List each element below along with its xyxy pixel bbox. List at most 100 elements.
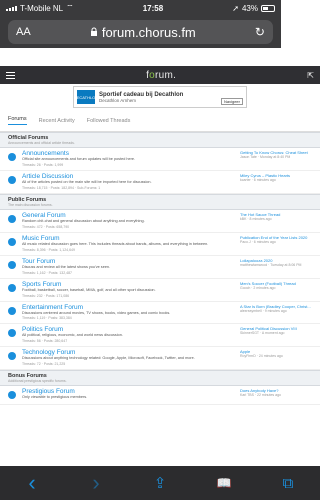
forum-unread-icon: [8, 329, 16, 338]
lock-icon: [90, 25, 98, 40]
latest-thread-meta: RoyFirmD · 24 minutes ago: [240, 354, 283, 359]
forum-row: Tour Forum Discuss and review all the lat…: [0, 256, 320, 279]
tabs-icon[interactable]: ⧉: [273, 475, 303, 492]
forum-unread-icon: [8, 214, 16, 223]
signal-icon: [6, 5, 17, 11]
forum-list: Official Forums Announcements and officia…: [0, 132, 320, 406]
forum-stats: Threads: 72 · Posts: 21,225: [22, 362, 66, 367]
forum-title-link[interactable]: Sports Forum: [22, 281, 234, 288]
forum-description: Only viewable to prestigious members.: [22, 395, 88, 400]
forum-description: Official site announcements and forum up…: [22, 157, 136, 161]
forum-description: All music related discussion goes here. …: [22, 241, 209, 246]
section-header: Bonus Forums Additional prestigious speci…: [0, 370, 320, 387]
forum-stats: Threads: 56 · Posts: 280,647: [22, 339, 68, 344]
forum-title-link[interactable]: Entertainment Forum: [22, 304, 234, 311]
forum-unread-icon: [8, 306, 16, 315]
forum-unread-icon: [8, 175, 16, 184]
forum-description: All political, religious, economic, and …: [22, 333, 123, 338]
forum-stats: Threads: 26 · Posts: 1,999: [22, 162, 64, 167]
forum-stats: Threads: 232 · Posts: 171,086: [22, 293, 70, 298]
ad-logo: DECATHLON: [74, 90, 98, 104]
forum-stats: Threads: 8,396 · Posts: 1,124,649: [22, 247, 75, 252]
latest-thread-meta: Paco.J · 6 minutes ago: [240, 239, 276, 244]
forum-row: Politics Forum All political, religious, …: [0, 324, 320, 348]
forum-stats: Threads: 1,119 · Posts: 383,384: [22, 316, 72, 321]
forum-row: Music Forum All music related discussion …: [0, 233, 320, 256]
forum-unread-icon: [8, 283, 16, 292]
forum-description: All of the articles posted on the main s…: [22, 179, 152, 184]
reader-options-button[interactable]: AA: [16, 26, 31, 38]
forum-title-link[interactable]: Music Forum: [22, 235, 234, 242]
forum-description: Discussions centered around movies, TV s…: [22, 310, 171, 315]
site-logo[interactable]: forum.: [146, 70, 176, 81]
ad-title: Sportief cadeau bij Decathlon: [99, 91, 184, 98]
latest-thread-meta: Gooch · 2 minutes ago: [240, 285, 276, 290]
forum-row: Article Discussion All of the articles po…: [0, 171, 320, 194]
forum-description: Discuss and review all the latest shows …: [22, 264, 111, 269]
latest-thread-link[interactable]: A Star Is Born (Bradley Cooper, Christ..…: [240, 304, 312, 309]
forum-title-link[interactable]: Technology Forum: [22, 349, 234, 356]
tab-forums[interactable]: Forums: [8, 116, 27, 125]
menu-icon[interactable]: [6, 71, 15, 79]
forum-title-link[interactable]: Prestigious Forum: [22, 388, 234, 395]
url-text: forum.chorus.fm: [101, 24, 196, 40]
forum-row: General Forum Random chit-chat and genera…: [0, 210, 320, 233]
ad-subtitle: Decathlon Arnhem: [99, 97, 137, 103]
latest-thread-meta: Jason Tate · Monday at 8:40 PM: [240, 155, 291, 159]
section-header: Public Forums The main discussion forums.: [0, 193, 320, 210]
browser-toolbar: ‹ › ⇪ 📖 ⧉: [0, 466, 320, 500]
forum-title-link[interactable]: Announcements: [22, 150, 234, 157]
forum-description: Discussions about anything technology re…: [22, 356, 195, 361]
forum-stats: Threads: 1,162 · Posts: 132,487: [22, 270, 73, 275]
forum-title-link[interactable]: Politics Forum: [22, 326, 234, 333]
forum-row: Prestigious Forum Only viewable to presti…: [0, 386, 320, 406]
location-icon: ➚: [232, 3, 239, 13]
forum-title-link[interactable]: Tour Forum: [22, 258, 234, 265]
latest-thread-meta: kcarter · 6 minutes ago: [240, 177, 276, 182]
section-header: Official Forums Announcements and officia…: [0, 132, 320, 148]
status-bar: T-Mobile NL ⌔ 17:58 ➚ 43%: [0, 0, 281, 16]
forum-row: Entertainment Forum Discussions centered …: [0, 302, 320, 325]
back-icon[interactable]: ‹: [17, 470, 47, 496]
forum-stats: Threads: 472 · Posts: 658,790: [22, 224, 70, 229]
address-field[interactable]: AA forum.chorus.fm ↻: [8, 20, 273, 44]
forum-tabs: Forums Recent Activity Followed Threads: [0, 110, 320, 132]
forum-title-link[interactable]: Article Discussion: [22, 173, 234, 180]
forum-unread-icon: [8, 352, 16, 361]
latest-thread-meta: kBK · 8 minutes ago: [240, 216, 272, 221]
browser-address-bar: AA forum.chorus.fm ↻: [0, 16, 281, 48]
wifi-icon: ⌔: [66, 3, 74, 12]
ad-banner[interactable]: DECATHLON Sportief cadeau bij Decathlon …: [73, 86, 247, 108]
forum-row: Technology Forum Discussions about anythi…: [0, 347, 320, 371]
bookmarks-icon[interactable]: 📖: [209, 476, 239, 490]
reload-icon[interactable]: ↻: [255, 25, 265, 39]
tab-recent-activity[interactable]: Recent Activity: [39, 118, 75, 124]
tab-followed-threads[interactable]: Followed Threads: [87, 118, 131, 124]
forum-unread-icon: [8, 237, 16, 246]
latest-thread-meta: SkinnerSGT · A moment ago: [240, 331, 285, 336]
share-icon[interactable]: ⇪: [145, 474, 175, 492]
external-link-icon[interactable]: ⇱: [307, 71, 314, 80]
forum-unread-icon: [8, 153, 16, 161]
latest-thread-meta: matthewlamwood · Tuesday at 8:06 PM: [240, 262, 302, 267]
forum-unread-icon: [8, 260, 16, 269]
forum-stats: Threads: 18,715 · Posts: 182,894 · Sub-F…: [22, 185, 101, 190]
forum-row: Sports Forum Football, basketball, soccer…: [0, 279, 320, 302]
ad-navigate-button[interactable]: Navigeer: [220, 98, 243, 105]
carrier: T-Mobile NL: [20, 3, 64, 13]
forum-title-link[interactable]: General Forum: [22, 212, 234, 219]
section-subtitle: Announcements and official article threa…: [8, 141, 75, 145]
forum-description: Random chit-chat and general discussion …: [22, 218, 145, 223]
section-subtitle: Additional prestigious specific forums.: [8, 379, 67, 384]
forum-unread-icon: [8, 391, 16, 400]
clock: 17:58: [142, 3, 164, 13]
forum-description: Football, basketball, soccer, baseball, …: [22, 287, 156, 292]
forum-row: Announcements Official site announcements…: [0, 148, 320, 171]
forward-icon[interactable]: ›: [81, 470, 111, 496]
latest-thread-meta: Karl TBS · 22 minutes ago: [240, 393, 281, 398]
latest-thread-meta: alexreaymbell · 9 minutes ago: [240, 308, 287, 313]
battery-icon: [261, 4, 275, 12]
section-subtitle: The main discussion forums.: [8, 202, 53, 207]
battery-percent: 43%: [241, 3, 258, 13]
ad-banner-area: DECATHLON Sportief cadeau bij Decathlon …: [0, 84, 320, 110]
